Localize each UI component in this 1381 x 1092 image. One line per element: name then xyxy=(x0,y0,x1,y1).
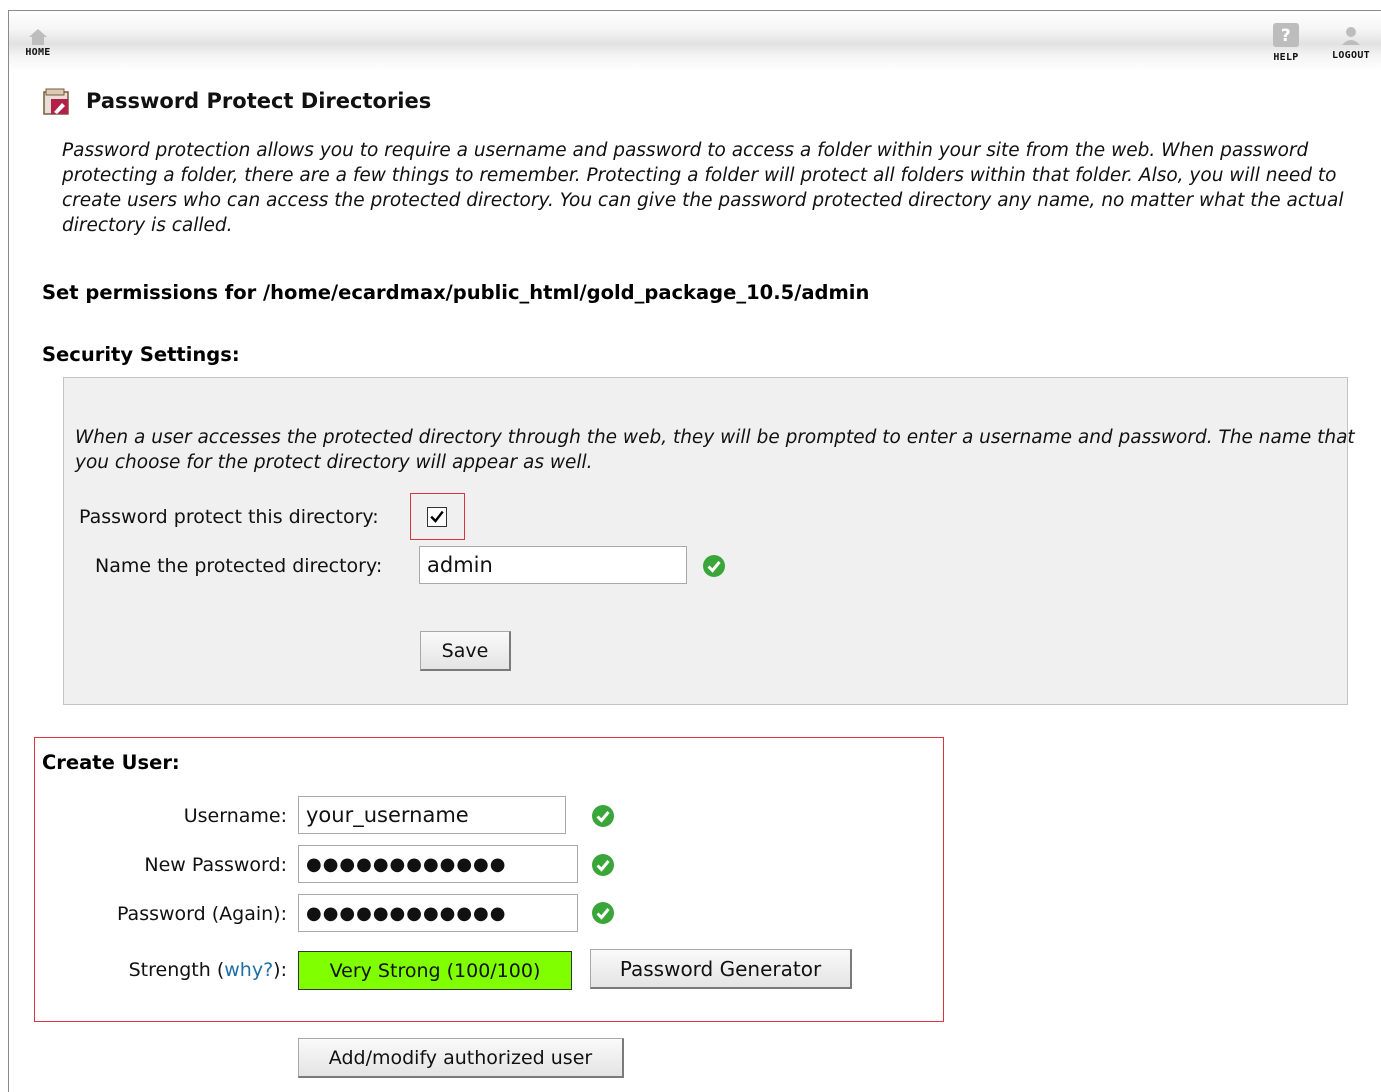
home-icon xyxy=(29,29,47,45)
username-valid-icon xyxy=(592,805,614,827)
logout-icon xyxy=(1342,27,1360,45)
page-header: Password Protect Directories xyxy=(42,86,431,116)
valid-check-icon xyxy=(703,555,725,577)
home-label: HOME xyxy=(25,47,51,58)
logout-label: LOGOUT xyxy=(1332,50,1370,61)
home-link[interactable]: HOME xyxy=(18,28,58,58)
top-nav-bar xyxy=(9,11,1381,71)
create-user-heading: Create User: xyxy=(42,751,180,774)
help-icon: ? xyxy=(1273,23,1299,47)
password-protect-icon xyxy=(43,88,69,115)
protect-directory-label: Password protect this directory: xyxy=(79,506,379,528)
password-again-valid-icon xyxy=(592,902,614,924)
protected-directory-name-label: Name the protected directory: xyxy=(95,555,383,577)
checkmark-icon xyxy=(430,510,444,523)
help-link[interactable]: ? HELP xyxy=(1266,22,1306,63)
security-settings-heading: Security Settings: xyxy=(42,343,240,366)
protected-directory-name-input[interactable] xyxy=(419,546,687,584)
username-label: Username: xyxy=(183,805,287,827)
protect-directory-checkbox[interactable] xyxy=(427,507,447,527)
save-button[interactable]: Save xyxy=(420,631,511,671)
password-generator-button[interactable]: Password Generator xyxy=(590,949,852,989)
password-again-label: Password (Again): xyxy=(116,903,287,925)
help-label: HELP xyxy=(1273,52,1299,63)
new-password-input[interactable] xyxy=(298,845,578,883)
new-password-valid-icon xyxy=(592,854,614,876)
password-again-input[interactable] xyxy=(298,894,578,932)
why-link[interactable]: why? xyxy=(224,959,273,981)
username-input[interactable] xyxy=(298,796,566,834)
intro-text: Password protection allows you to requir… xyxy=(62,140,1344,236)
strength-meter: Very Strong (100/100) xyxy=(298,951,572,990)
strength-label-end: ): xyxy=(273,959,287,981)
security-description: When a user accesses the protected direc… xyxy=(75,427,1355,473)
page-title: Password Protect Directories xyxy=(86,89,432,113)
add-modify-user-button[interactable]: Add/modify authorized user xyxy=(298,1038,624,1078)
svg-text:?: ? xyxy=(1281,26,1291,46)
new-password-label: New Password: xyxy=(144,854,287,876)
permissions-heading: Set permissions for /home/ecardmax/publi… xyxy=(42,281,870,304)
strength-label-text: Strength ( xyxy=(128,959,225,981)
logout-link[interactable]: LOGOUT xyxy=(1322,26,1380,61)
strength-label: Strength (why?): xyxy=(129,959,287,981)
